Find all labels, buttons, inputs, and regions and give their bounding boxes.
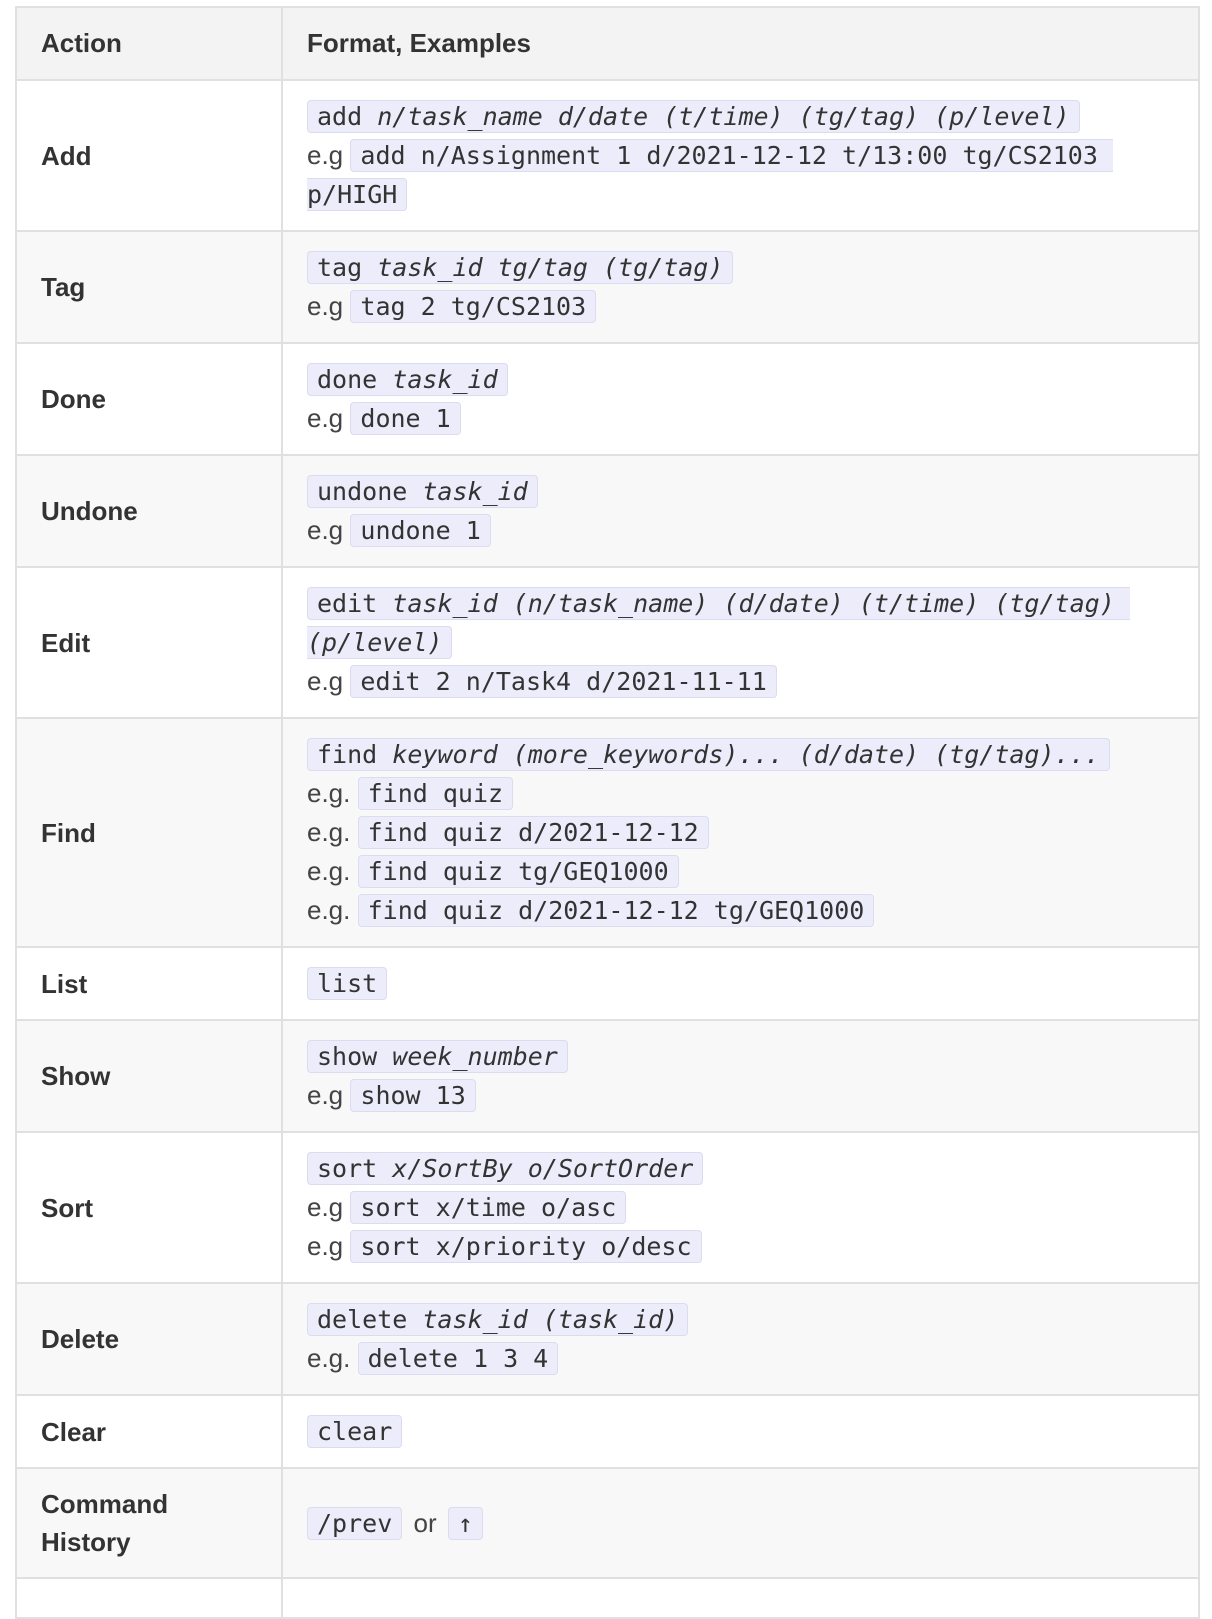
example-code: sort x/time o/asc (350, 1191, 627, 1224)
action-cell: Edit (15, 566, 283, 719)
table-row-add: Add add n/task_name d/date (t/time) (tg/… (15, 79, 1200, 232)
format-code: clear (307, 1415, 403, 1448)
format-cell: undone task_id e.g undone 1 (281, 454, 1200, 568)
table-row-show: Show show week_number e.g show 13 (15, 1019, 1200, 1133)
or-text: or (413, 1507, 437, 1538)
table-row-delete: Delete delete task_id (task_id) e.g. del… (15, 1282, 1200, 1396)
format-code: delete task_id (task_id) (307, 1303, 689, 1336)
example-code: undone 1 (350, 514, 491, 547)
action-cell: Sort (15, 1131, 283, 1284)
format-code: /prev (307, 1506, 403, 1540)
action-cell: Find (15, 717, 283, 948)
table-row-done: Done done task_id e.g done 1 (15, 342, 1200, 456)
table-row-edit: Edit edit task_id (n/task_name) (d/date)… (15, 566, 1200, 719)
up-arrow-key-code: ↑ (447, 1506, 483, 1540)
action-cell: Undone (15, 454, 283, 568)
example-code: done 1 (350, 402, 461, 435)
example-prefix: e.g. (307, 778, 351, 808)
table-row-sort: Sort sort x/SortBy o/SortOrder e.g sort … (15, 1131, 1200, 1284)
format-cell (281, 1577, 1200, 1619)
table-row-list: List list (15, 946, 1200, 1021)
format-code: done task_id (307, 363, 508, 396)
example-prefix: e.g. (307, 895, 351, 925)
action-cell: Tag (15, 230, 283, 344)
command-summary-table: Action Format, Examples Add add n/task_n… (15, 6, 1200, 1619)
format-code: show week_number (307, 1040, 568, 1073)
action-cell: List (15, 946, 283, 1021)
format-cell: add n/task_name d/date (t/time) (tg/tag)… (281, 79, 1200, 232)
format-cell: /prev or ↑ (281, 1467, 1200, 1579)
example-code: edit 2 n/Task4 d/2021-11-11 (350, 665, 777, 698)
example-prefix: e.g (307, 1192, 344, 1222)
format-code: list (307, 967, 388, 1000)
table-row-undone: Undone undone task_id e.g undone 1 (15, 454, 1200, 568)
format-cell: delete task_id (task_id) e.g. delete 1 3… (281, 1282, 1200, 1396)
format-code: find keyword (more_keywords)... (d/date)… (307, 738, 1110, 771)
format-code: undone task_id (307, 475, 538, 508)
example-prefix: e.g (307, 403, 344, 433)
action-cell: Done (15, 342, 283, 456)
example-prefix: e.g (307, 1231, 344, 1261)
example-prefix: e.g (307, 666, 344, 696)
action-cell: Clear (15, 1394, 283, 1469)
format-cell: list (281, 946, 1200, 1021)
format-code: edit task_id (n/task_name) (d/date) (t/t… (307, 587, 1130, 659)
table-row-partial (15, 1577, 1200, 1619)
example-prefix: e.g (307, 515, 344, 545)
format-code: sort x/SortBy o/SortOrder (307, 1152, 704, 1185)
example-prefix: e.g (307, 1080, 344, 1110)
example-code: find quiz tg/GEQ1000 (357, 855, 679, 888)
example-code: tag 2 tg/CS2103 (350, 290, 597, 323)
example-prefix: e.g. (307, 1343, 351, 1373)
action-cell: Show (15, 1019, 283, 1133)
header-action: Action (15, 6, 283, 81)
action-cell: Command History (15, 1467, 283, 1579)
format-cell: edit task_id (n/task_name) (d/date) (t/t… (281, 566, 1200, 719)
format-cell: find keyword (more_keywords)... (d/date)… (281, 717, 1200, 948)
example-code: find quiz d/2021-12-12 (357, 816, 709, 849)
table-row-clear: Clear clear (15, 1394, 1200, 1469)
format-cell: tag task_id tg/tag (tg/tag) e.g tag 2 tg… (281, 230, 1200, 344)
example-prefix: e.g (307, 291, 344, 321)
action-cell (15, 1577, 283, 1619)
example-code: add n/Assignment 1 d/2021-12-12 t/13:00 … (307, 139, 1113, 211)
table-row-tag: Tag tag task_id tg/tag (tg/tag) e.g tag … (15, 230, 1200, 344)
format-code: add n/task_name d/date (t/time) (tg/tag)… (307, 100, 1080, 133)
format-cell: show week_number e.g show 13 (281, 1019, 1200, 1133)
example-code: find quiz d/2021-12-12 tg/GEQ1000 (357, 894, 875, 927)
header-format: Format, Examples (281, 6, 1200, 81)
example-prefix: e.g. (307, 817, 351, 847)
format-cell: sort x/SortBy o/SortOrder e.g sort x/tim… (281, 1131, 1200, 1284)
example-code: sort x/priority o/desc (350, 1230, 702, 1263)
action-cell: Delete (15, 1282, 283, 1396)
format-code: tag task_id tg/tag (tg/tag) (307, 251, 734, 284)
example-code: find quiz (357, 777, 514, 810)
example-prefix: e.g (307, 140, 344, 170)
format-cell: done task_id e.g done 1 (281, 342, 1200, 456)
table-row-command-history: Command History /prev or ↑ (15, 1467, 1200, 1579)
action-cell: Add (15, 79, 283, 232)
example-prefix: e.g. (307, 856, 351, 886)
example-code: delete 1 3 4 (357, 1342, 559, 1375)
table-row-find: Find find keyword (more_keywords)... (d/… (15, 717, 1200, 948)
table-header-row: Action Format, Examples (15, 6, 1200, 81)
format-cell: clear (281, 1394, 1200, 1469)
example-code: show 13 (350, 1079, 476, 1112)
